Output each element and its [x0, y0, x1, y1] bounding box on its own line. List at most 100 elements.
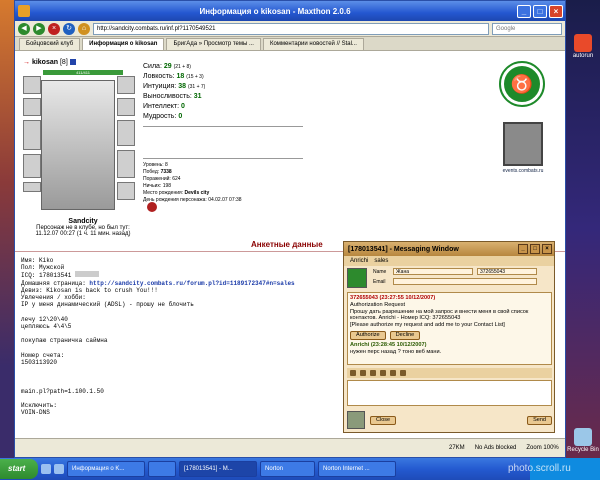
number-field[interactable]: 372655043	[477, 268, 537, 275]
record-list: Уровень: 8 Побед: 7338 Поражений: 624 Ни…	[143, 162, 242, 204]
bold-icon[interactable]	[380, 370, 386, 376]
record-row: Уровень: 8	[143, 162, 168, 168]
events-link[interactable]: events.combats.ru	[491, 168, 555, 174]
smiley-icon[interactable]	[360, 370, 366, 376]
stat-row: Ловкость: 18 (15 + 3)	[143, 73, 204, 80]
address-bar[interactable]: http://sandcity.combats.ru/inf.pl?117054…	[93, 22, 489, 35]
divider	[143, 126, 303, 127]
tab-anrichi[interactable]: Anrichi	[350, 256, 368, 266]
stat-row: Мудрость: 0	[143, 113, 183, 120]
minimize-button[interactable]: _	[518, 244, 528, 254]
home-icon[interactable]: ⌂	[78, 22, 90, 35]
record-row: Побед: 7338	[143, 169, 172, 175]
character-portrait	[41, 80, 115, 210]
tab-brigada-forum[interactable]: БригАда » Просмотр темы ...	[166, 38, 261, 50]
messaging-window: [178013541] - Messaging Window _ □ × Anr…	[343, 241, 555, 433]
tab-strip: Бойцовский клуб Информация о kikosan Бри…	[15, 37, 565, 51]
underline-icon[interactable]	[400, 370, 406, 376]
armor-slot[interactable]	[23, 154, 41, 178]
messaging-tabs: Anrichi sales	[344, 256, 554, 266]
window-title: Информация о kikosan - Maxthon 2.0.6	[199, 6, 351, 16]
avatar	[347, 411, 365, 429]
avatar	[347, 268, 367, 288]
task-unlabeled[interactable]	[148, 461, 176, 477]
record-row: День рождения персонажа: 04.02.07 07:38	[143, 197, 242, 203]
task-browser[interactable]: Информация о K...	[67, 461, 145, 477]
decline-button[interactable]: Decline	[389, 330, 421, 340]
record-row: Поражений: 624	[143, 176, 181, 182]
stat-row: Выносливость: 31	[143, 93, 202, 100]
tab-info-kikosan[interactable]: Информация о kikosan	[82, 38, 165, 50]
helmet-slot[interactable]	[23, 76, 41, 94]
tab-fight-club[interactable]: Бойцовский клуб	[19, 38, 81, 50]
events-banner-icon[interactable]	[503, 122, 543, 166]
authorize-button[interactable]: Authorize	[350, 330, 386, 340]
character-header: → kikosan [8]	[23, 58, 143, 68]
stop-icon[interactable]: ×	[48, 22, 60, 35]
tab-sales[interactable]: sales	[374, 256, 388, 266]
messaging-titlebar[interactable]: [178013541] - Messaging Window _ □ ×	[344, 242, 554, 256]
tab-news-comments[interactable]: Комментарии новостей // Stal...	[262, 38, 364, 50]
task-norton[interactable]: Norton	[260, 461, 315, 477]
shield-slot[interactable]	[117, 120, 135, 146]
message-history: 372655043 (23:27:55 10/12/2007) Authoriz…	[347, 292, 552, 365]
start-button[interactable]: start	[0, 459, 38, 479]
desktop-icon-recycle-bin[interactable]: Recycle Bin	[566, 428, 600, 453]
close-button[interactable]: ×	[542, 244, 552, 254]
messaging-footer: Close Send	[347, 409, 552, 431]
stat-row: Интеллект: 0	[143, 103, 185, 110]
stat-row: Интуиция: 38 (31 + 7)	[143, 83, 206, 90]
refresh-icon[interactable]: ↻	[63, 22, 75, 35]
contact-info: Name Жана 372655043 Email	[347, 268, 552, 290]
divider	[143, 158, 303, 159]
record-row: Ничьих: 198	[143, 183, 172, 189]
belt-slot[interactable]	[23, 182, 41, 192]
send-button[interactable]: Send	[527, 415, 552, 425]
bull-emblem-icon[interactable]: ♉	[499, 61, 545, 107]
auth-buttons: Authorize Decline	[350, 330, 549, 340]
weapon-slot[interactable]	[23, 120, 41, 150]
minimize-button[interactable]: _	[517, 4, 531, 18]
close-button[interactable]: ×	[549, 4, 563, 18]
message-input[interactable]	[347, 380, 552, 406]
info-icon[interactable]	[69, 59, 76, 66]
status-bar: 27KM No Ads blocked Zoom 100%	[15, 438, 565, 457]
desktop-icon-autorun[interactable]: autorun	[566, 34, 600, 59]
boots-slot[interactable]	[117, 182, 135, 200]
icq-status-icon	[75, 271, 100, 278]
leggings-slot[interactable]	[117, 150, 135, 178]
profile-section: Имя: Kiko Пол: Мужской ICQ: 178013541 До…	[21, 257, 295, 417]
back-icon[interactable]: ◀	[18, 22, 30, 35]
maximize-button[interactable]: □	[530, 244, 540, 254]
italic-icon[interactable]	[390, 370, 396, 376]
clan-badge-icon[interactable]	[147, 202, 157, 212]
gloves-slot[interactable]	[117, 98, 135, 116]
stat-row: Сила: 29 (21 + 8)	[143, 63, 191, 70]
zoom-control[interactable]: Zoom 100%	[526, 439, 558, 457]
watermark: photo.scroll.ru	[508, 463, 571, 474]
format-toolbar	[347, 368, 552, 378]
quicklaunch-icon[interactable]	[41, 464, 51, 474]
character-caption: Sandcity Персонаж не в клубе, но был тут…	[35, 218, 131, 237]
search-input[interactable]: Google	[492, 22, 562, 35]
desktop-right-strip	[565, 0, 600, 458]
character-panel: → kikosan [8] 411/411 Sandcity Персонаж …	[23, 58, 143, 266]
amulet-slot[interactable]	[23, 98, 41, 116]
browser-titlebar[interactable]: Информация о kikosan - Maxthon 2.0.6 _ □…	[15, 1, 565, 21]
name-field[interactable]: Жана	[393, 268, 473, 275]
maximize-button[interactable]: □	[533, 4, 547, 18]
earrings-slot[interactable]	[117, 76, 135, 94]
task-messenger[interactable]: [178013541] - M...	[179, 461, 257, 477]
autorun-icon	[574, 34, 592, 52]
homepage-link[interactable]: http://sandcity.combats.ru/forum.pl?id=1…	[89, 280, 294, 287]
stats-list: Сила: 29 (21 + 8) Ловкость: 18 (15 + 3) …	[143, 62, 205, 122]
forward-icon[interactable]: ▶	[33, 22, 45, 35]
maxthon-icon	[18, 5, 30, 17]
email-field[interactable]	[393, 278, 537, 285]
quicklaunch-icon[interactable]	[54, 464, 64, 474]
task-norton-internet[interactable]: Norton Internet ...	[318, 461, 396, 477]
homepage-row: Домашняя страница: http://sandcity.comba…	[21, 279, 295, 287]
font-icon[interactable]	[350, 370, 356, 376]
close-chat-button[interactable]: Close	[370, 415, 397, 425]
color-icon[interactable]	[370, 370, 376, 376]
